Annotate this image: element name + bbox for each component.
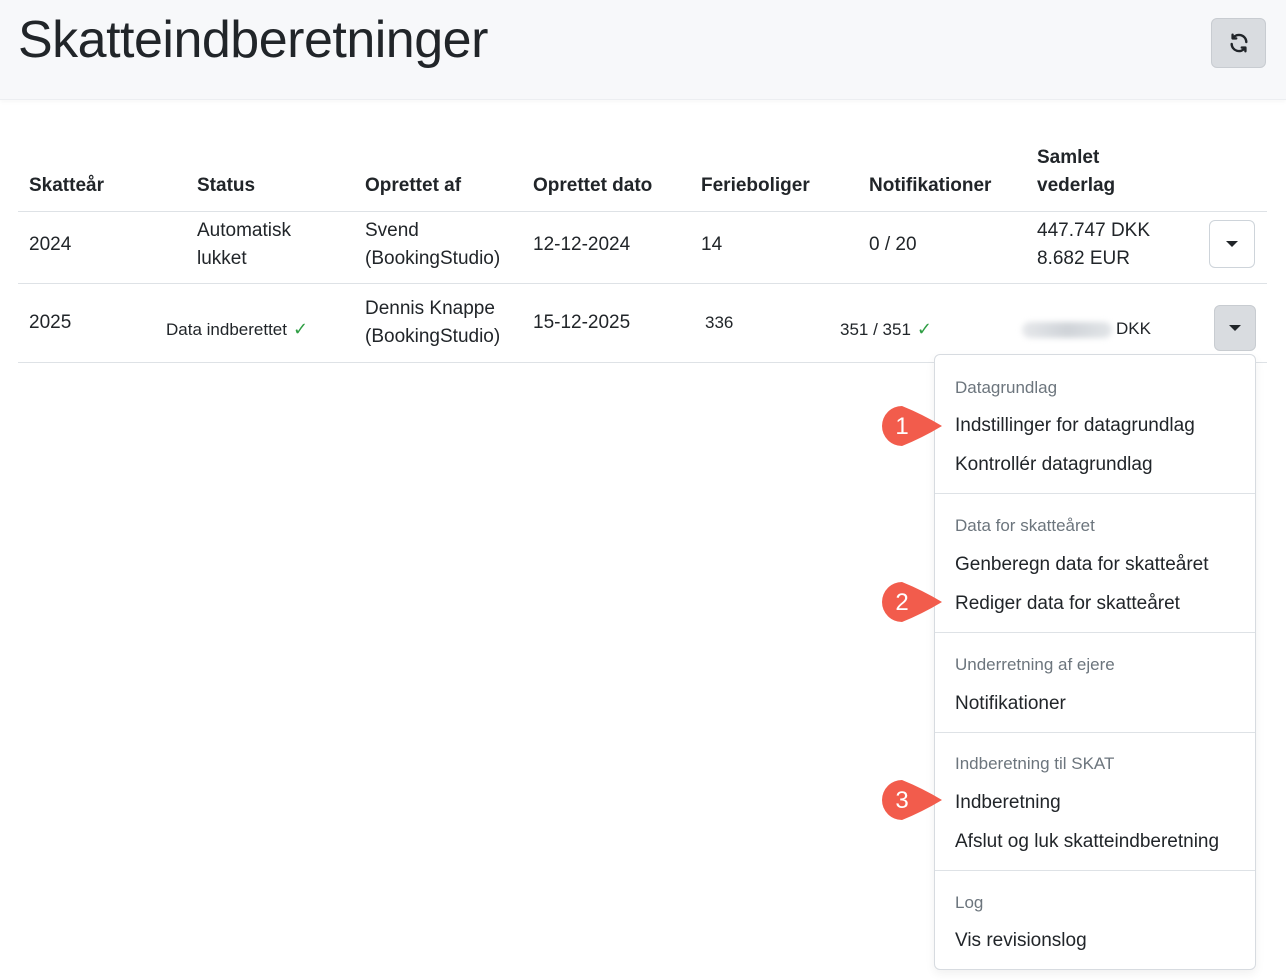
menu-header-datagrundlag: Datagrundlag bbox=[955, 378, 1058, 397]
cell-notifications: 351 / 351 ✓ bbox=[840, 317, 932, 342]
col-header-created-date[interactable]: Oprettet dato bbox=[533, 172, 652, 200]
callout-marker-1: 1 bbox=[882, 406, 942, 446]
menu-item-reporting[interactable]: Indberetning bbox=[955, 789, 1061, 817]
cell-year: 2024 bbox=[29, 234, 72, 255]
menu-item-check-datagrundlag[interactable]: Kontrollér datagrundlag bbox=[955, 451, 1153, 479]
cell-holiday-homes: 336 bbox=[705, 313, 734, 332]
col-header-created-by[interactable]: Oprettet af bbox=[365, 172, 461, 200]
menu-item-edit-data[interactable]: Rediger data for skatteåret bbox=[955, 590, 1180, 618]
menu-item-notifications[interactable]: Notifikationer bbox=[955, 690, 1066, 718]
notifications-count: 351 / 351 bbox=[840, 320, 911, 339]
caret-down-icon bbox=[1226, 241, 1238, 247]
cell-notifications: 0 / 20 bbox=[869, 234, 917, 255]
caret-down-icon bbox=[1229, 325, 1241, 331]
col-header-status[interactable]: Status bbox=[197, 172, 255, 200]
refresh-button[interactable] bbox=[1211, 18, 1266, 68]
callout-number: 3 bbox=[895, 787, 908, 814]
cell-created-date: 15-12-2025 bbox=[533, 312, 631, 333]
page-header: Skatteindberetninger bbox=[0, 0, 1286, 100]
cell-total-line2: 8.682 EUR bbox=[1037, 248, 1130, 269]
row-actions-menu: Datagrundlag Indstillinger for datagrund… bbox=[934, 354, 1256, 970]
callout-marker-3: 3 bbox=[882, 780, 942, 820]
menu-divider bbox=[935, 632, 1255, 633]
cell-created-by-line2: (BookingStudio) bbox=[365, 248, 501, 269]
cell-created-by-line1: Svend bbox=[365, 220, 419, 241]
menu-divider bbox=[935, 870, 1255, 871]
cell-status-line1: Automatisk bbox=[197, 220, 291, 241]
cell-year: 2025 bbox=[29, 312, 72, 333]
menu-item-recalculate-data[interactable]: Genberegn data for skatteåret bbox=[955, 551, 1209, 579]
check-icon: ✓ bbox=[292, 319, 309, 339]
cell-created-by-line2: (BookingStudio) bbox=[365, 326, 501, 347]
cell-holiday-homes: 14 bbox=[701, 234, 723, 255]
menu-divider bbox=[935, 493, 1255, 494]
menu-header-log: Log bbox=[955, 893, 984, 912]
col-header-total-line2[interactable]: vederlag bbox=[1037, 172, 1115, 200]
cell-total-line1: 447.747 DKK bbox=[1037, 220, 1151, 241]
col-header-year[interactable]: Skatteår bbox=[29, 172, 104, 200]
cell-created-date: 12-12-2024 bbox=[533, 234, 631, 255]
menu-item-datagrundlag-settings[interactable]: Indstillinger for datagrundlag bbox=[955, 412, 1195, 440]
table-header-divider bbox=[18, 211, 1267, 212]
page-title: Skatteindberetninger bbox=[18, 11, 488, 69]
row-actions-dropdown-button[interactable] bbox=[1209, 220, 1255, 268]
menu-header-owner-notification: Underretning af ejere bbox=[955, 655, 1115, 674]
col-header-total-line1[interactable]: Samlet bbox=[1037, 144, 1099, 172]
menu-header-tax-year-data: Data for skatteåret bbox=[955, 516, 1095, 535]
check-icon: ✓ bbox=[916, 319, 932, 339]
callout-number: 1 bbox=[895, 413, 908, 440]
menu-item-close-tax-report[interactable]: Afslut og luk skatteindberetning bbox=[955, 828, 1219, 856]
callout-number: 2 bbox=[895, 589, 908, 616]
menu-divider bbox=[935, 732, 1255, 733]
cell-created-by-line1: Dennis Knappe bbox=[365, 298, 495, 319]
menu-item-audit-log[interactable]: Vis revisionslog bbox=[955, 927, 1087, 955]
cell-status: Data indberettet ✓ bbox=[166, 317, 308, 342]
blurred-amount bbox=[1022, 321, 1112, 338]
cell-total: DKK bbox=[1022, 317, 1151, 341]
status-text: Data indberettet bbox=[166, 320, 287, 339]
col-header-holiday-homes[interactable]: Ferieboliger bbox=[701, 172, 810, 200]
col-header-notifications[interactable]: Notifikationer bbox=[869, 172, 991, 200]
total-currency: DKK bbox=[1116, 319, 1151, 338]
refresh-icon bbox=[1229, 33, 1248, 53]
row-divider bbox=[18, 283, 1267, 284]
row-actions-dropdown-button-active[interactable] bbox=[1214, 305, 1256, 351]
menu-header-skat-reporting: Indberetning til SKAT bbox=[955, 754, 1115, 773]
cell-status-line2: lukket bbox=[197, 248, 247, 269]
callout-marker-2: 2 bbox=[882, 582, 942, 622]
